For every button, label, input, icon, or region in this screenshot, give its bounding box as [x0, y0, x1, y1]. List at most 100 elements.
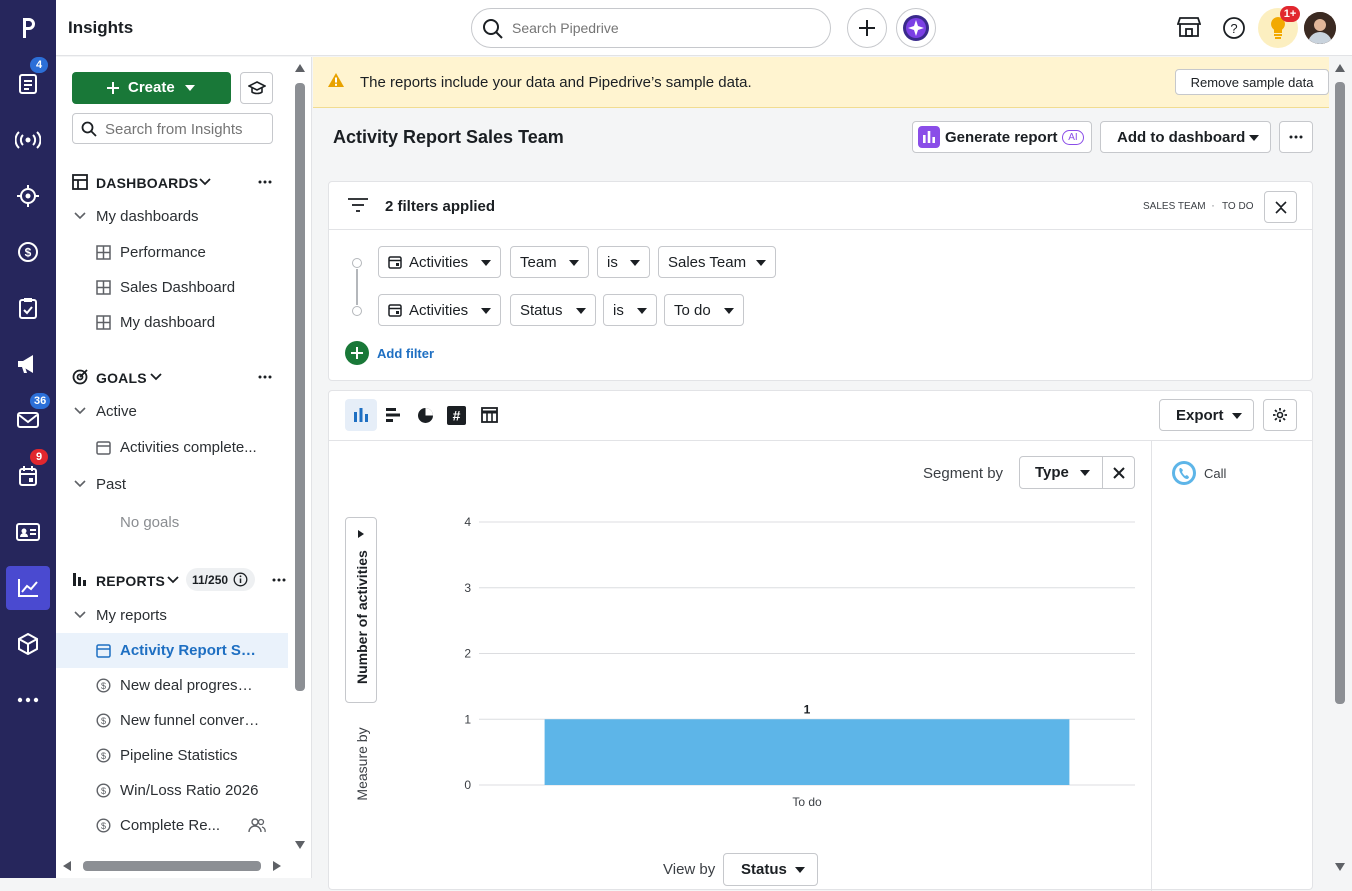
target-icon	[17, 185, 39, 207]
reports-more-icon[interactable]	[272, 578, 286, 582]
quick-add-button[interactable]	[847, 8, 887, 48]
collapse-filters-button[interactable]	[1264, 191, 1297, 223]
ai-sparkle-icon	[903, 15, 929, 41]
rail-insights[interactable]	[6, 566, 50, 610]
goals-active-group[interactable]: Active	[96, 403, 137, 420]
my-reports-group[interactable]: My reports	[96, 607, 167, 624]
dashboards-more-icon[interactable]	[258, 180, 272, 184]
filter-value-select[interactable]: To do	[664, 294, 744, 326]
legend-item[interactable]: Call	[1172, 461, 1292, 485]
filter-field-select[interactable]: Team	[510, 246, 589, 278]
report-item-label: Pipeline Statistics	[120, 747, 238, 764]
chart-settings-button[interactable]	[1263, 399, 1297, 431]
scorecard-icon[interactable]: #	[447, 406, 466, 425]
app-rail: 4 $ 36 9	[0, 0, 56, 878]
report-item[interactable]: $ Complete Re...	[56, 808, 286, 843]
rail-more[interactable]	[6, 678, 50, 722]
filter-operator-select[interactable]: is	[597, 246, 650, 278]
report-item[interactable]: $ Win/Loss Ratio 2026	[56, 773, 286, 808]
chevron-down-icon[interactable]	[150, 373, 162, 381]
leads-badge: 4	[30, 57, 48, 73]
export-button[interactable]: Export	[1159, 399, 1254, 431]
tips-button[interactable]: 1+	[1258, 6, 1300, 48]
ai-assistant-button[interactable]	[896, 8, 936, 48]
add-to-dashboard-button[interactable]: Add to dashboard	[1100, 121, 1271, 153]
report-item-active[interactable]: Activity Report Sal...	[56, 633, 288, 668]
rail-deals[interactable]: $	[6, 230, 50, 274]
reports-header[interactable]: REPORTS	[96, 573, 165, 589]
caret-right-icon	[358, 530, 364, 538]
chevron-down-icon[interactable]	[199, 178, 211, 186]
segment-by-select[interactable]: Type	[1019, 456, 1103, 489]
help-button[interactable]: ?	[1222, 16, 1246, 40]
dashboard-item[interactable]: Sales Dashboard	[56, 270, 286, 305]
filter-operator-select[interactable]: is	[603, 294, 657, 326]
scroll-left-arrow[interactable]	[62, 860, 72, 872]
my-dashboards-group[interactable]: My dashboards	[96, 208, 199, 225]
chevron-down-icon[interactable]	[167, 576, 179, 584]
chevron-down-icon[interactable]	[74, 212, 86, 220]
rail-campaigns[interactable]	[6, 342, 50, 386]
main-vertical-scrollbar[interactable]	[1335, 82, 1345, 704]
filter-operator-label: is	[607, 253, 618, 271]
rail-contacts[interactable]	[6, 510, 50, 554]
goals-header[interactable]: GOALS	[96, 370, 147, 386]
rail-broadcast[interactable]	[6, 118, 50, 162]
remove-sample-data-button[interactable]: Remove sample data	[1175, 69, 1329, 95]
dashboard-item[interactable]: Performance	[56, 235, 286, 270]
user-avatar[interactable]	[1304, 12, 1336, 44]
scroll-right-arrow[interactable]	[272, 860, 282, 872]
column-chart-button[interactable]	[345, 399, 377, 431]
sidebar-vertical-scrollbar[interactable]	[295, 83, 305, 691]
view-by-select[interactable]: Status	[723, 853, 818, 886]
table-icon[interactable]	[481, 407, 498, 423]
sidebar-horizontal-scrollbar[interactable]	[83, 861, 261, 871]
info-icon[interactable]	[233, 572, 248, 587]
create-button[interactable]: Create	[72, 72, 231, 104]
global-search[interactable]	[471, 8, 831, 48]
insights-search[interactable]	[72, 113, 273, 144]
chevron-down-icon[interactable]	[74, 407, 86, 415]
academy-button[interactable]	[240, 72, 273, 104]
goal-item[interactable]: Activities complete...	[56, 430, 286, 465]
rail-mail[interactable]: 36	[6, 393, 51, 442]
pipedrive-logo[interactable]	[6, 6, 50, 50]
filter-field-select[interactable]: Status	[510, 294, 596, 326]
chevron-down-icon[interactable]	[74, 611, 86, 619]
rail-products[interactable]	[6, 622, 50, 666]
generate-report-button[interactable]: Generate report AI	[912, 121, 1092, 153]
measure-by-select[interactable]: Number of activities	[345, 517, 377, 703]
scroll-up-arrow[interactable]	[1334, 63, 1346, 73]
scroll-down-arrow[interactable]	[294, 840, 306, 850]
x-axis-ticks: To do	[792, 795, 822, 809]
filter-icon[interactable]	[348, 198, 368, 212]
filter-entity-select[interactable]: Activities	[378, 294, 501, 326]
report-item[interactable]: $ Pipeline Statistics	[56, 738, 286, 773]
pie-chart-icon[interactable]	[417, 407, 434, 424]
goals-more-icon[interactable]	[258, 375, 272, 379]
insights-search-input[interactable]	[105, 120, 265, 138]
rail-leads[interactable]: 4	[6, 57, 50, 106]
chart-bars[interactable]: 1	[544, 702, 1070, 785]
bar-chart-icon[interactable]	[385, 407, 401, 423]
scroll-down-arrow[interactable]	[1334, 862, 1346, 872]
report-item[interactable]: $ New funnel convers...	[56, 703, 286, 738]
dashboard-item[interactable]: My dashboard	[56, 305, 286, 340]
goals-past-group[interactable]: Past	[96, 476, 126, 493]
add-filter-button[interactable]: Add filter	[345, 341, 455, 365]
report-item[interactable]: $ New deal progress r...	[56, 668, 286, 703]
scroll-up-arrow[interactable]	[294, 63, 306, 73]
global-search-input[interactable]	[512, 18, 812, 38]
dashboards-header[interactable]: DASHBOARDS	[96, 175, 198, 191]
rail-tasks[interactable]	[6, 286, 50, 330]
bar[interactable]	[544, 719, 1070, 785]
filter-value-select[interactable]: Sales Team	[658, 246, 776, 278]
rail-target[interactable]	[6, 174, 50, 218]
rail-calendar[interactable]: 9	[6, 449, 50, 498]
svg-text:$: $	[101, 786, 106, 796]
filter-entity-select[interactable]: Activities	[378, 246, 501, 278]
clear-segment-button[interactable]	[1102, 456, 1135, 489]
report-more-button[interactable]	[1279, 121, 1313, 153]
marketplace-button[interactable]	[1177, 16, 1201, 38]
chevron-down-icon[interactable]	[74, 480, 86, 488]
